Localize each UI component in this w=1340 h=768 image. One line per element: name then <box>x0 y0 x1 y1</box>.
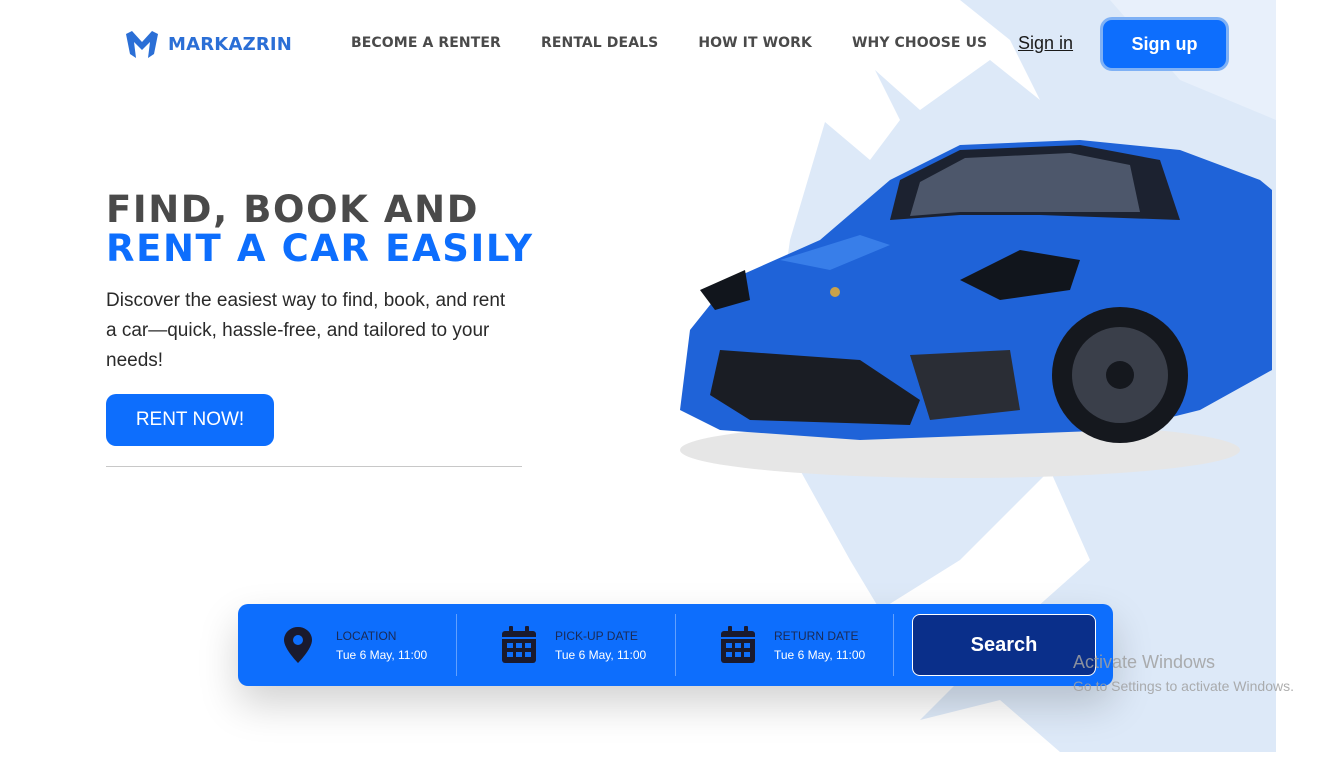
sign-in-link[interactable]: Sign in <box>1018 33 1073 54</box>
calendar-icon <box>502 626 536 663</box>
pickup-date-label: PICK-UP DATE <box>555 628 638 643</box>
watermark-subtitle: Go to Settings to activate Windows. <box>1073 678 1294 694</box>
location-label: LOCATION <box>336 628 397 643</box>
sign-up-button[interactable]: Sign up <box>1100 17 1229 71</box>
return-date-value: Tue 6 May, 11:00 <box>774 647 866 662</box>
pickup-date-field[interactable]: PICK-UP DATE Tue 6 May, 11:00 <box>501 604 646 686</box>
nav-how-it-work[interactable]: HOW IT WORK <box>698 35 812 51</box>
watermark-title: Activate Windows <box>1073 652 1216 672</box>
activate-windows-watermark: Activate Windows Go to Settings to activ… <box>1073 652 1294 694</box>
hero-title-line1: FIND, BOOK AND <box>106 188 480 231</box>
search-divider <box>456 614 457 676</box>
sports-car-image <box>680 140 1272 478</box>
return-date-field[interactable]: RETURN DATE Tue 6 May, 11:00 <box>720 604 865 686</box>
calendar-icon <box>721 626 755 663</box>
hero-title: FIND, BOOK AND RENT A CAR EASILY <box>106 190 534 268</box>
nav-become-a-renter[interactable]: BECOME A RENTER <box>351 35 501 51</box>
map-pin-icon <box>284 627 312 663</box>
location-field[interactable]: LOCATION Tue 6 May, 11:00 <box>282 604 427 686</box>
search-divider <box>893 614 894 676</box>
pickup-date-value: Tue 6 May, 11:00 <box>555 647 647 662</box>
main-nav: BECOME A RENTER RENTAL DEALS HOW IT WORK… <box>351 35 987 51</box>
hero-divider <box>106 466 522 467</box>
logo-m-icon <box>126 31 158 58</box>
location-value: Tue 6 May, 11:00 <box>336 647 428 662</box>
rent-now-button[interactable]: RENT NOW! <box>106 394 274 446</box>
search-divider <box>675 614 676 676</box>
brand-logo[interactable]: MARKAZRIN <box>124 28 292 60</box>
search-button[interactable]: Search <box>912 614 1096 676</box>
return-date-label: RETURN DATE <box>774 628 859 643</box>
hero-description: Discover the easiest way to find, book, … <box>106 290 506 371</box>
brand-name: MARKAZRIN <box>168 33 293 55</box>
hero-title-line2: RENT A CAR EASILY <box>106 227 534 270</box>
nav-rental-deals[interactable]: RENTAL DEALS <box>541 35 658 51</box>
nav-why-choose-us[interactable]: WHY CHOOSE US <box>852 35 987 51</box>
